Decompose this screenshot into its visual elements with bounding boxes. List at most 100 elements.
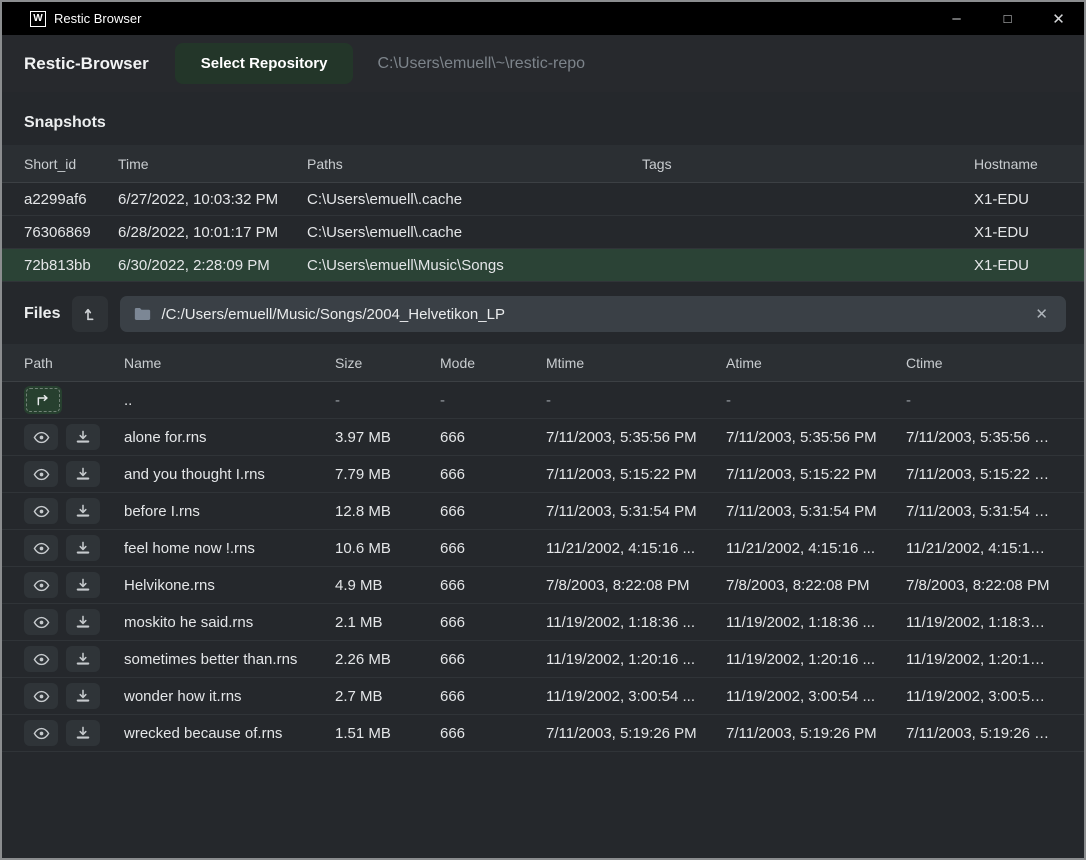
file-mtime: 11/19/2002, 1:18:36 ... [546,614,726,631]
file-atime: 11/19/2002, 3:00:54 ... [726,688,906,705]
download-file-button[interactable] [66,646,100,672]
file-mtime: 11/19/2002, 3:00:54 ... [546,688,726,705]
file-ctime: - [906,392,1062,409]
file-name: wrecked because of.rns [124,725,335,742]
file-row[interactable]: Helvikone.rns 4.9 MB 666 7/8/2003, 8:22:… [2,567,1084,604]
level-up-icon [82,306,98,322]
file-name: sometimes better than.rns [124,651,335,668]
snapshot-row[interactable]: 76306869 6/28/2022, 10:01:17 PM C:\Users… [2,216,1084,249]
download-file-button[interactable] [66,720,100,746]
column-header-mode: Mode [440,355,546,371]
download-icon [76,726,90,740]
preview-file-button[interactable] [24,683,58,709]
file-mtime: 7/11/2003, 5:31:54 PM [546,503,726,520]
download-file-button[interactable] [66,572,100,598]
clear-path-button[interactable]: ✕ [1031,303,1052,325]
files-table-header: Path Name Size Mode Mtime Atime Ctime [2,344,1084,382]
file-row[interactable]: before I.rns 12.8 MB 666 7/11/2003, 5:31… [2,493,1084,530]
file-mtime: 11/21/2002, 4:15:16 ... [546,540,726,557]
parent-directory-button[interactable] [72,296,108,332]
eye-icon [33,727,50,740]
snapshot-paths: C:\Users\emuell\.cache [307,224,642,241]
file-mtime: 11/19/2002, 1:20:16 ... [546,651,726,668]
files-bar: Files /C:/Users/emuell/Music/Songs/2004_… [2,282,1084,344]
download-icon [76,652,90,666]
close-button[interactable]: ✕ [1033,2,1084,35]
snapshots-table-body: a2299af6 6/27/2022, 10:03:32 PM C:\Users… [2,183,1084,282]
title-bar: W Restic Browser – □ ✕ [2,2,1084,35]
file-row[interactable]: wrecked because of.rns 1.51 MB 666 7/11/… [2,715,1084,752]
file-mode: 666 [440,577,546,594]
file-row[interactable]: feel home now !.rns 10.6 MB 666 11/21/20… [2,530,1084,567]
go-parent-button[interactable] [24,386,62,414]
file-name: moskito he said.rns [124,614,335,631]
window-title: Restic Browser [54,11,141,26]
snapshot-row[interactable]: a2299af6 6/27/2022, 10:03:32 PM C:\Users… [2,183,1084,216]
preview-file-button[interactable] [24,720,58,746]
minimize-button[interactable]: – [931,2,982,35]
current-path-bar[interactable]: /C:/Users/emuell/Music/Songs/2004_Helvet… [120,296,1066,332]
maximize-button[interactable]: □ [982,2,1033,35]
snapshot-time: 6/28/2022, 10:01:17 PM [118,224,307,241]
file-size: 2.7 MB [335,688,440,705]
file-name: wonder how it.rns [124,688,335,705]
file-mode: 666 [440,540,546,557]
file-ctime: 11/21/2002, 4:15:16 ... [906,540,1062,557]
snapshot-time: 6/30/2022, 2:28:09 PM [118,257,307,274]
download-file-button[interactable] [66,609,100,635]
file-row[interactable]: wonder how it.rns 2.7 MB 666 11/19/2002,… [2,678,1084,715]
file-size: 10.6 MB [335,540,440,557]
column-header-path: Path [24,355,124,371]
file-ctime: 11/19/2002, 1:20:16 ... [906,651,1062,668]
column-header-name: Name [124,355,335,371]
file-atime: - [726,392,906,409]
preview-file-button[interactable] [24,646,58,672]
download-file-button[interactable] [66,498,100,524]
folder-icon [134,307,151,321]
file-mtime: 7/11/2003, 5:19:26 PM [546,725,726,742]
file-size: 1.51 MB [335,725,440,742]
column-header-size: Size [335,355,440,371]
app-window: W Restic Browser – □ ✕ Restic-Browser Se… [0,0,1086,860]
snapshot-row[interactable]: 72b813bb 6/30/2022, 2:28:09 PM C:\Users\… [2,249,1084,282]
snapshot-time: 6/27/2022, 10:03:32 PM [118,191,307,208]
eye-icon [33,690,50,703]
download-file-button[interactable] [66,683,100,709]
download-file-button[interactable] [66,424,100,450]
download-icon [76,430,90,444]
file-mtime: - [546,392,726,409]
file-ctime: 11/19/2002, 1:18:36 ... [906,614,1062,631]
file-mtime: 7/11/2003, 5:15:22 PM [546,466,726,483]
download-icon [76,467,90,481]
snapshot-hostname: X1-EDU [974,257,1062,274]
file-size: 4.9 MB [335,577,440,594]
file-row[interactable]: moskito he said.rns 2.1 MB 666 11/19/200… [2,604,1084,641]
app-title: Restic-Browser [24,54,149,74]
column-header-short-id: Short_id [24,156,118,172]
preview-file-button[interactable] [24,609,58,635]
preview-file-button[interactable] [24,572,58,598]
parent-row[interactable]: .. - - - - - [2,382,1084,419]
file-mode: 666 [440,725,546,742]
snapshot-short-id: 72b813bb [24,257,118,274]
file-name: Helvikone.rns [124,577,335,594]
preview-file-button[interactable] [24,498,58,524]
column-header-mtime: Mtime [546,355,726,371]
file-row[interactable]: sometimes better than.rns 2.26 MB 666 11… [2,641,1084,678]
file-ctime: 7/11/2003, 5:19:26 PM [906,725,1062,742]
file-row[interactable]: alone for.rns 3.97 MB 666 7/11/2003, 5:3… [2,419,1084,456]
preview-file-button[interactable] [24,424,58,450]
file-row[interactable]: and you thought I.rns 7.79 MB 666 7/11/2… [2,456,1084,493]
snapshot-short-id: 76306869 [24,224,118,241]
download-file-button[interactable] [66,535,100,561]
eye-icon [33,542,50,555]
file-mode: - [440,392,546,409]
snapshot-paths: C:\Users\emuell\.cache [307,191,642,208]
column-header-ctime: Ctime [906,355,1062,371]
file-ctime: 7/11/2003, 5:35:56 PM [906,429,1062,446]
select-repository-button[interactable]: Select Repository [175,43,354,84]
preview-file-button[interactable] [24,461,58,487]
download-file-button[interactable] [66,461,100,487]
file-name: alone for.rns [124,429,335,446]
preview-file-button[interactable] [24,535,58,561]
